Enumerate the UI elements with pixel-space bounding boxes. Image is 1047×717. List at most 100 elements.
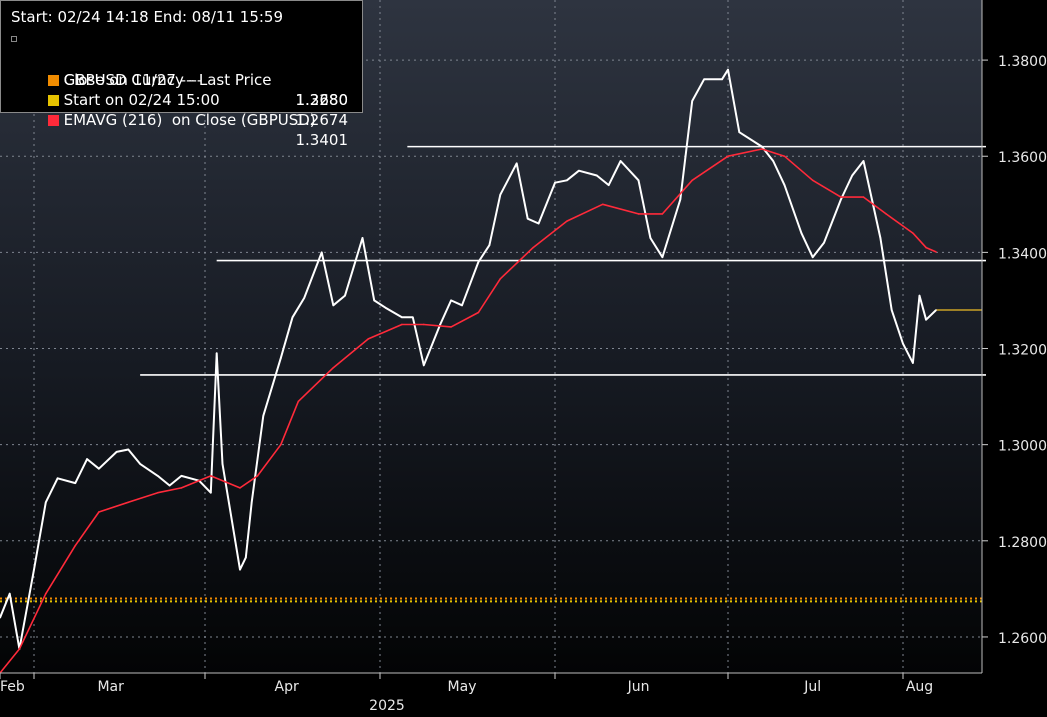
data-point-emavg — [691, 179, 694, 182]
data-point-last-price — [245, 556, 247, 559]
data-point-last-price — [44, 501, 47, 504]
data-point-last-price — [477, 261, 480, 263]
data-point-last-price — [566, 179, 568, 182]
data-point-last-price — [168, 484, 171, 487]
data-point-last-price — [800, 232, 803, 234]
data-point-last-price — [607, 184, 610, 186]
x-tick-label: Jun — [627, 679, 650, 695]
data-point-emavg — [637, 213, 640, 215]
data-point-last-price — [691, 100, 694, 102]
data-point-last-price — [851, 174, 853, 177]
data-point-last-price — [291, 316, 294, 319]
data-point-last-price — [373, 299, 375, 302]
data-point-last-price — [823, 241, 825, 244]
data-point-last-price — [862, 160, 865, 162]
data-point-last-price — [320, 251, 323, 254]
data-point-last-price — [661, 256, 664, 258]
x-tick-label: Apr — [275, 679, 299, 695]
data-point-last-price — [526, 217, 529, 220]
data-point-last-price — [157, 475, 159, 477]
data-point-last-price — [98, 467, 100, 470]
data-point-emavg — [18, 648, 21, 650]
data-point-emavg — [157, 491, 159, 494]
data-point-last-price — [210, 491, 212, 494]
y-tick-label: 1.2800 — [998, 535, 1047, 551]
data-point-last-price — [902, 342, 904, 345]
data-point-last-price — [554, 181, 556, 184]
legend-expand-icon[interactable] — [11, 36, 17, 42]
data-point-last-price — [727, 68, 729, 71]
data-point-last-price — [221, 463, 224, 465]
data-point-emavg — [239, 487, 241, 489]
data-point-emavg — [566, 220, 568, 222]
data-point-emavg — [727, 155, 729, 158]
y-tick-label: 1.3200 — [998, 343, 1047, 359]
legend-item-last-price: GBPUSD Curncy - Last Price 1.3280 — [9, 30, 356, 109]
data-point-last-price — [412, 316, 414, 319]
data-point-emavg — [210, 475, 212, 477]
data-point-emavg — [840, 196, 842, 198]
data-point-emavg — [450, 326, 452, 328]
data-point-last-price — [890, 309, 893, 311]
data-point-last-price — [679, 198, 682, 201]
data-point-emavg — [367, 338, 370, 340]
chart-header-range: Start: 02/24 14:18 End: 08/11 15:59 — [11, 8, 284, 26]
data-point-emavg — [912, 232, 914, 234]
data-point-last-price — [499, 193, 502, 196]
data-point-emavg — [127, 501, 130, 504]
data-point-emavg — [532, 246, 534, 249]
data-point-last-price — [303, 297, 305, 299]
data-point-emavg — [925, 246, 927, 249]
x-axis-panel — [0, 673, 982, 713]
data-point-last-price — [761, 145, 763, 148]
chart-area: 1.3800 1.3600 1.3400 1.3200 1.3000 1.2800 1.26… — [0, 0, 1047, 714]
data-point-emavg — [297, 400, 300, 403]
data-point-last-price — [578, 169, 580, 172]
data-point-last-price — [637, 179, 640, 182]
data-point-last-price — [262, 415, 265, 417]
data-point-emavg — [332, 366, 335, 369]
data-point-last-price — [925, 318, 927, 321]
data-point-last-price — [56, 477, 59, 480]
data-point-last-price — [721, 78, 723, 81]
data-point-last-price — [439, 323, 441, 326]
data-point-emavg — [280, 443, 282, 446]
data-point-last-price — [703, 78, 705, 81]
data-point-last-price — [461, 304, 463, 307]
data-point-last-price — [918, 294, 921, 297]
data-point-last-price — [384, 306, 387, 309]
data-point-emavg — [601, 203, 604, 206]
y-tick-label: 1.3600 — [998, 150, 1047, 166]
data-point-last-price — [935, 309, 937, 311]
data-point-last-price — [422, 364, 425, 367]
x-tick-label: Feb — [0, 679, 25, 695]
data-point-emavg — [180, 487, 183, 489]
data-point-last-price — [139, 463, 141, 465]
data-point-last-price — [515, 162, 518, 165]
data-point-last-price — [215, 352, 218, 355]
data-point-last-price — [649, 237, 652, 239]
data-point-last-price — [239, 568, 241, 571]
y-tick-label: 1.3800 — [998, 54, 1047, 70]
data-point-last-price — [772, 160, 774, 162]
y-tick-label: 1.3400 — [998, 246, 1047, 262]
data-point-last-price — [595, 174, 598, 177]
data-point-emavg — [401, 323, 403, 326]
legend-item-start: Start on 02/24 15:00 1.2674 — [9, 70, 356, 129]
legend-item-close: Close on 11/27 ---- 1.2680 — [9, 50, 356, 109]
legend-swatch-icon — [47, 115, 59, 126]
data-point-last-price — [280, 357, 282, 359]
data-point-emavg — [885, 213, 887, 215]
data-point-last-price — [86, 458, 88, 460]
data-point-last-price — [250, 501, 253, 504]
data-point-emavg — [862, 196, 865, 198]
data-point-emavg — [74, 544, 77, 547]
data-point-emavg — [783, 155, 786, 158]
x-axis-year-label: 2025 — [369, 698, 405, 713]
data-point-emavg — [499, 278, 502, 280]
data-point-last-price — [783, 184, 786, 186]
data-point-emavg — [761, 148, 763, 150]
data-point-last-price — [33, 568, 35, 571]
data-point-emavg — [422, 323, 425, 326]
data-point-last-price — [74, 482, 77, 484]
